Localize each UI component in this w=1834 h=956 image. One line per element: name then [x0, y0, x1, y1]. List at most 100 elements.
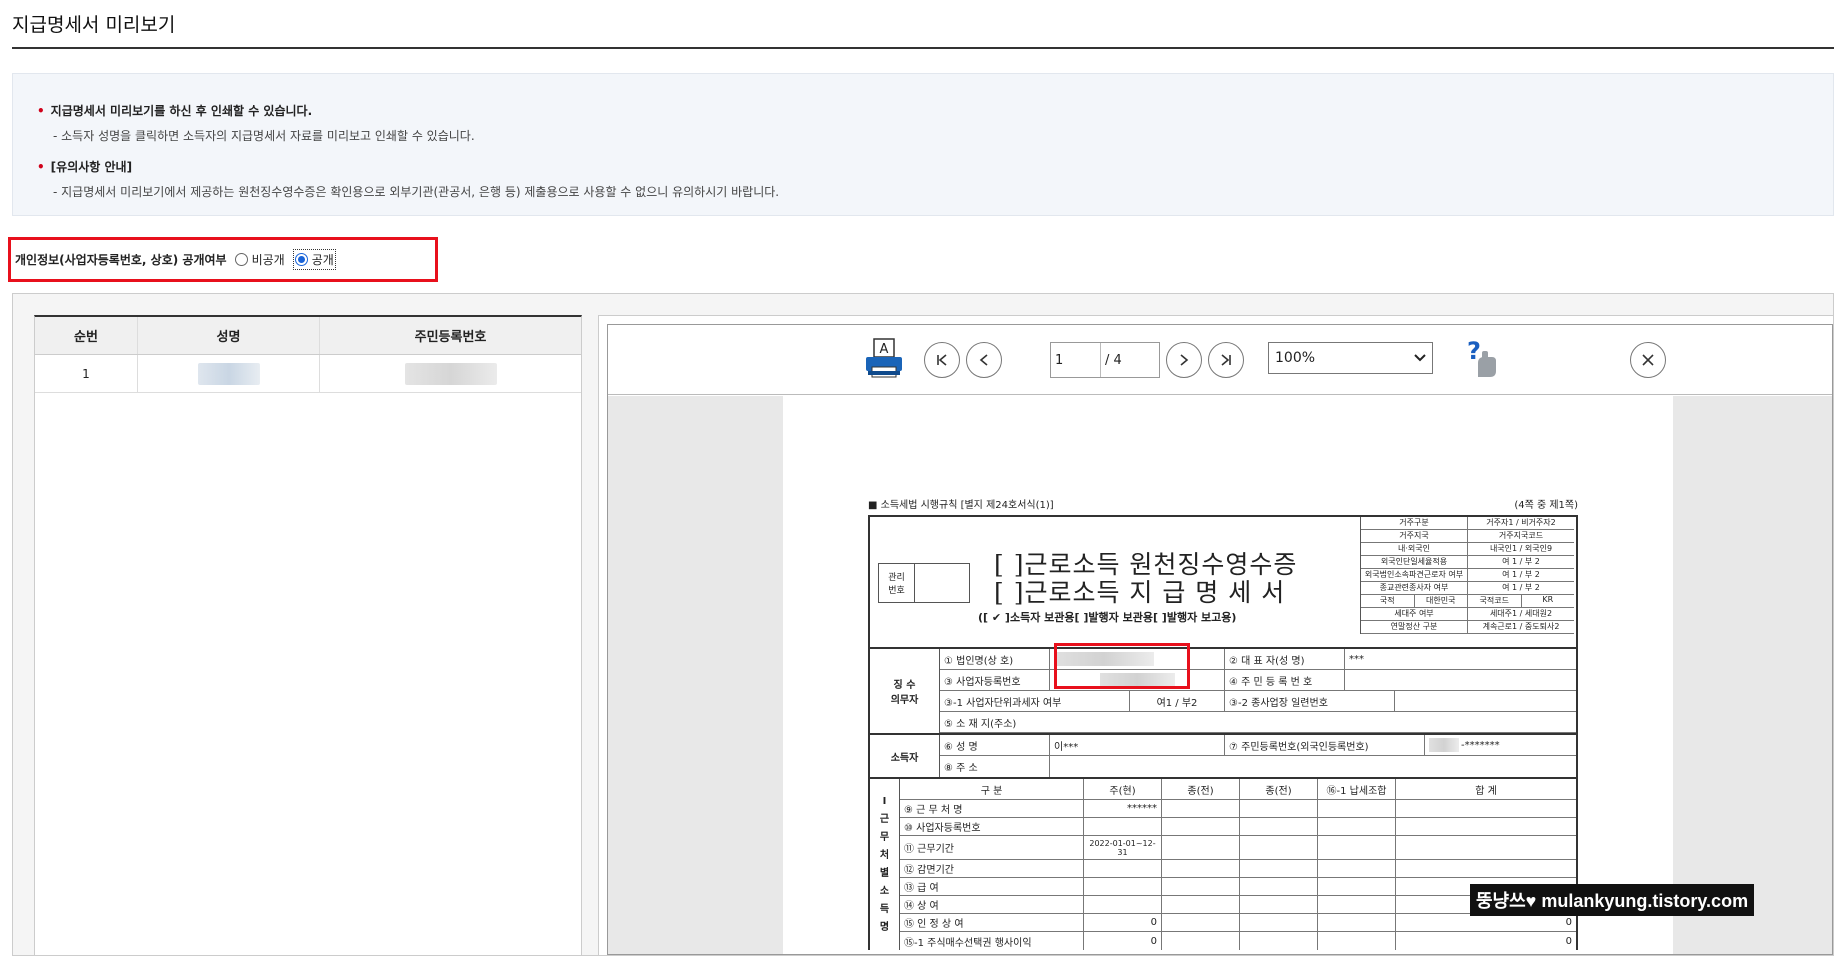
income-row-value — [1396, 860, 1576, 877]
first-page-icon[interactable] — [924, 342, 960, 378]
residency-cell: 거주자1 / 비거주자2 — [1486, 518, 1556, 527]
income-row-value — [1240, 914, 1318, 931]
earner-name-value: 이*** — [1050, 735, 1225, 755]
income-row-value: 2022-01-01~12-31 — [1084, 836, 1162, 859]
earner-row-name: ⑥ 성 명 이*** ⑦ 주민등록번호(외국인등록번호) -******* — [940, 735, 1576, 756]
close-icon[interactable] — [1630, 342, 1666, 378]
income-row-value — [1240, 878, 1318, 895]
form-title-2: [ ]근로소득 지 급 명 세 서 — [994, 578, 1286, 607]
print-icon[interactable]: A — [864, 337, 904, 381]
income-row: ⑨ 근 무 처 명 ****** — [900, 800, 1576, 818]
income-row-value — [1240, 800, 1318, 817]
document-area[interactable]: ■ 소득세법 시행규칙 [별지 제24호서식(1)] (4쪽 중 제1쪽) 관리… — [608, 396, 1832, 954]
row-rrn — [320, 355, 581, 392]
form-header: 관리 번호 [ ]근로소득 원천징수영수증 [ ]근로소득 지 급 명 세 서 … — [870, 517, 1576, 649]
prev-page-icon[interactable] — [966, 342, 1002, 378]
payer-row-bizno: ③ 사업자등록번호 ④ 주 민 등 록 번 호 — [940, 670, 1576, 691]
income-row-value — [1084, 896, 1162, 913]
current-page-input[interactable]: 1 — [1051, 343, 1101, 377]
radio-private[interactable]: 비공개 — [234, 251, 285, 268]
income-h-2: 종(전) — [1162, 779, 1240, 799]
radio-public-dot[interactable] — [294, 253, 308, 266]
last-page-icon[interactable] — [1208, 342, 1244, 378]
unit-label: ③-1 사업자단위과세자 여부 — [940, 691, 1130, 711]
income-row-value — [1318, 860, 1396, 877]
earner-label: 소득자 — [870, 735, 940, 777]
chevron-down-icon — [1414, 354, 1426, 362]
radio-public[interactable]: 공개 — [292, 249, 336, 270]
help-icon[interactable]: ? — [1462, 337, 1502, 381]
income-row-value — [1162, 818, 1240, 835]
sub-value — [1395, 691, 1576, 711]
income-row-value — [1240, 818, 1318, 835]
residency-cell: 여 1 / 부 2 — [1502, 583, 1540, 592]
addr-label: ⑤ 소 재 지(주소) — [944, 718, 1017, 730]
income-row-value — [1240, 896, 1318, 913]
row-no: 1 — [35, 355, 138, 392]
earner-rrn-value: -******* — [1425, 735, 1576, 755]
earner-addr-value — [1050, 756, 1576, 777]
income-h-5: 합 계 — [1475, 785, 1497, 797]
residency-cell: 연말정산 구분 — [1361, 621, 1468, 633]
residency-cell: 내·외국인 — [1361, 543, 1468, 555]
residency-cell: 내국인1 / 외국인9 — [1489, 544, 1553, 553]
residency-cell: 국적코드 — [1468, 595, 1522, 607]
management-number-label: 관리 번호 — [879, 564, 915, 602]
income-row: ⑮ 인 정 상 여00 — [900, 914, 1576, 932]
form-page-of: (4쪽 중 제1쪽) — [1514, 500, 1578, 511]
income-row-value: ****** — [1084, 800, 1162, 817]
payer-row-unit: ③-1 사업자단위과세자 여부 여1 / 부2 ③-2 종사업장 일련번호 — [940, 691, 1576, 712]
earner-list-header: 순번 성명 주민등록번호 — [35, 317, 581, 355]
col-no: 순번 — [35, 317, 138, 354]
row-name[interactable] — [138, 355, 320, 392]
form-top: ■ 소득세법 시행규칙 [별지 제24호서식(1)] (4쪽 중 제1쪽) — [868, 496, 1578, 511]
withholding-receipt-form: ■ 소득세법 시행규칙 [별지 제24호서식(1)] (4쪽 중 제1쪽) 관리… — [868, 496, 1578, 950]
income-row-value — [1084, 860, 1162, 877]
document-page: ■ 소득세법 시행규칙 [별지 제24호서식(1)] (4쪽 중 제1쪽) 관리… — [783, 396, 1673, 954]
income-row-value — [1318, 914, 1396, 931]
earner-section: 소득자 ⑥ 성 명 이*** ⑦ 주민등록번호(외국인등록번호) -******… — [870, 735, 1576, 779]
blurred-name[interactable] — [197, 362, 260, 385]
radio-private-label: 비공개 — [251, 253, 285, 267]
page-number-field[interactable]: 1 / 4 — [1050, 342, 1160, 378]
income-body: 구 분 주(현) 종(전) 종(전) ⑯-1 납세조합 합 계 ⑨ 근 무 처 … — [900, 779, 1576, 950]
income-row: ⑪ 근무기간 2022-01-01~12-31 — [900, 836, 1576, 860]
form-copies: ([ ✔ ]소득자 보관용[ ]발행자 보관용[ ]발행자 보고용) — [978, 611, 1237, 624]
residency-cell: 거주지국코드 — [1498, 531, 1544, 540]
notice-sub-2: - 지급명세서 미리보기에서 제공하는 원천징수영수증은 확인용으로 외부기관(… — [53, 185, 780, 199]
svg-text:A: A — [880, 342, 889, 357]
watermark: 뚱냥쓰♥ mulankyung.tistory.com — [1470, 884, 1755, 916]
radio-private-dot[interactable] — [234, 253, 248, 266]
income-row-value — [1318, 800, 1396, 817]
residency-cell: 여 1 / 부 2 — [1502, 570, 1540, 579]
income-h-1: 주(현) — [1084, 779, 1162, 799]
income-row-value — [1240, 860, 1318, 877]
earner-row-addr: ⑧ 주 소 — [940, 756, 1576, 777]
residency-cell: 대한민국 — [1415, 595, 1468, 607]
income-row: ⑩ 사업자등록번호 — [900, 818, 1576, 836]
income-row-label: ⑪ 근무기간 — [900, 836, 1084, 859]
blurred-rrn — [404, 362, 497, 385]
residency-row: 국적 대한민국 국적코드 KR — [1361, 595, 1574, 608]
sub-label: ③-2 종사업장 일련번호 — [1225, 691, 1395, 711]
income-row-label: ⑬ 급 여 — [900, 878, 1084, 895]
income-row-value: 0 — [1565, 917, 1572, 928]
residency-cell: 여 1 / 부 2 — [1502, 557, 1540, 566]
income-row-value — [1240, 836, 1318, 859]
income-label: Ⅰ 근 무 처 별 소 득 명 — [870, 779, 900, 950]
income-header-row: 구 분 주(현) 종(전) 종(전) ⑯-1 납세조합 합 계 — [900, 779, 1576, 800]
report-viewer: A 1 / 4 100% ? ■ 소득세법 시행규칙 [별지 제24호서식(1)… — [598, 315, 1834, 956]
residency-row: 세대주 여부 세대주1 / 세대원2 — [1361, 608, 1574, 621]
income-row-value — [1162, 932, 1240, 950]
residency-row: 종교관련종사자 여부 여 1 / 부 2 — [1361, 582, 1574, 595]
income-row-value: 0 — [1084, 914, 1162, 931]
residency-cell: 거주구분 — [1361, 517, 1468, 529]
management-number-box: 관리 번호 — [878, 563, 970, 603]
zoom-select[interactable]: 100% — [1268, 342, 1433, 374]
next-page-icon[interactable] — [1166, 342, 1202, 378]
privacy-disclosure-setting: 개인정보(사업자등록번호, 상호) 공개여부 비공개 공개 — [8, 237, 438, 282]
residency-row: 내·외국인 내국인1 / 외국인9 — [1361, 543, 1574, 556]
highlight-box — [1054, 643, 1190, 689]
residency-cell: 세대주1 / 세대원2 — [1489, 609, 1553, 618]
table-row[interactable]: 1 — [35, 355, 581, 393]
